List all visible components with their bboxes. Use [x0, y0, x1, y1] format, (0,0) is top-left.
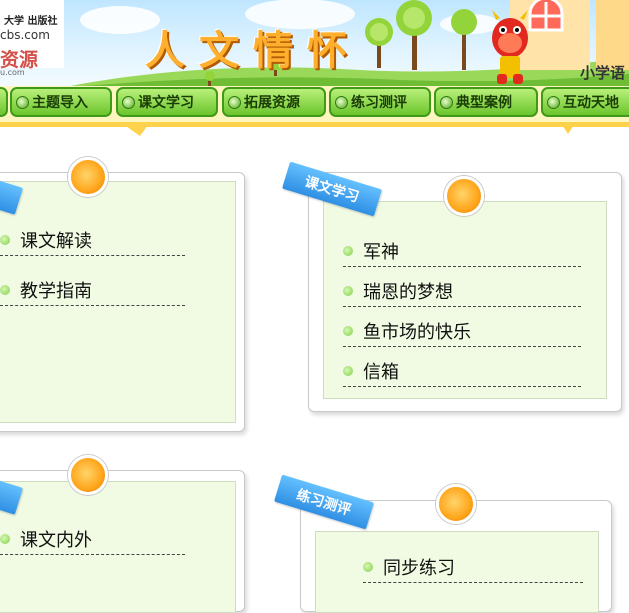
lesson-link-label: 鱼市场的快乐 — [363, 322, 471, 343]
practice-link-label: 同步练习 — [383, 558, 455, 579]
tab-theme-intro[interactable]: 主题导入 — [10, 87, 112, 117]
list-item-beyond-lesson[interactable]: 课文内外 — [0, 524, 185, 555]
list-item-lesson-reading[interactable]: 课文解读 — [0, 225, 185, 256]
tab-bullet-icon — [335, 95, 348, 109]
list-item-label: 课文解读 — [20, 231, 92, 252]
tab-label: 互动天地 — [563, 95, 619, 111]
logo-publisher-text: 大学 出版社 — [4, 16, 58, 27]
nav-decoration — [120, 122, 576, 136]
tab-label: 拓展资源 — [244, 95, 300, 111]
tab-extended-resources[interactable]: 拓展资源 — [222, 87, 326, 117]
bullet-icon — [0, 534, 10, 544]
list-item-label: 课文内外 — [20, 530, 92, 551]
practice-link-sync-exercise[interactable]: 同步练习 — [363, 552, 583, 583]
list-item-label: 教学指南 — [20, 281, 92, 302]
list-item-teaching-guide[interactable]: 教学指南 — [0, 275, 185, 306]
panel-knob-icon — [68, 157, 108, 197]
panel-knob-icon — [68, 455, 108, 495]
panel-knob-icon — [444, 176, 484, 216]
bullet-icon — [343, 326, 353, 336]
bullet-icon — [363, 562, 373, 572]
main-nav: 主题导入 课文学习 拓展资源 练习测评 典型案例 互动天地 — [0, 86, 629, 136]
bullet-icon — [0, 285, 10, 295]
tab-label: 主题导入 — [32, 95, 88, 111]
lesson-link-label: 瑞恩的梦想 — [363, 282, 453, 303]
logo-domain-text: u.com — [0, 68, 25, 77]
lesson-link-label: 信箱 — [363, 362, 399, 383]
panel-knob-icon — [436, 484, 476, 524]
bullet-icon — [343, 286, 353, 296]
lesson-link-fish-market[interactable]: 鱼市场的快乐 — [343, 316, 581, 347]
bullet-icon — [343, 246, 353, 256]
tab-bullet-icon — [547, 95, 560, 109]
tab-practice-assessment[interactable]: 练习测评 — [329, 87, 431, 117]
bullet-icon — [343, 366, 353, 376]
tab-bullet-icon — [122, 95, 135, 109]
tab-bullet-icon — [440, 95, 453, 109]
lesson-link-junshen[interactable]: 军神 — [343, 236, 581, 267]
lesson-link-mailbox[interactable]: 信箱 — [343, 356, 581, 387]
page-title: 人文情怀 — [145, 28, 361, 74]
tab-label: 课文学习 — [138, 95, 194, 111]
tab-lesson-study[interactable]: 课文学习 — [116, 87, 218, 117]
logo-url-text: cbs.com — [0, 28, 50, 42]
header-banner: 大学 出版社 cbs.com 资源 u.com 人文情怀 小学语 — [0, 0, 629, 88]
tab-typical-cases[interactable]: 典型案例 — [434, 87, 538, 117]
tab-bullet-icon — [228, 95, 241, 109]
tab-interactive[interactable]: 互动天地 — [541, 87, 629, 117]
tab-label: 练习测评 — [351, 95, 407, 111]
bullet-icon — [0, 235, 10, 245]
school-label: 小学语 — [580, 64, 626, 82]
lesson-link-label: 军神 — [363, 242, 399, 263]
tab-bullet-icon — [16, 95, 29, 109]
publisher-logo[interactable]: 大学 出版社 cbs.com 资源 u.com — [0, 0, 64, 77]
tab-label: 典型案例 — [456, 95, 512, 111]
tab-partial-left[interactable] — [0, 87, 8, 117]
lesson-link-ryan-dream[interactable]: 瑞恩的梦想 — [343, 276, 581, 307]
